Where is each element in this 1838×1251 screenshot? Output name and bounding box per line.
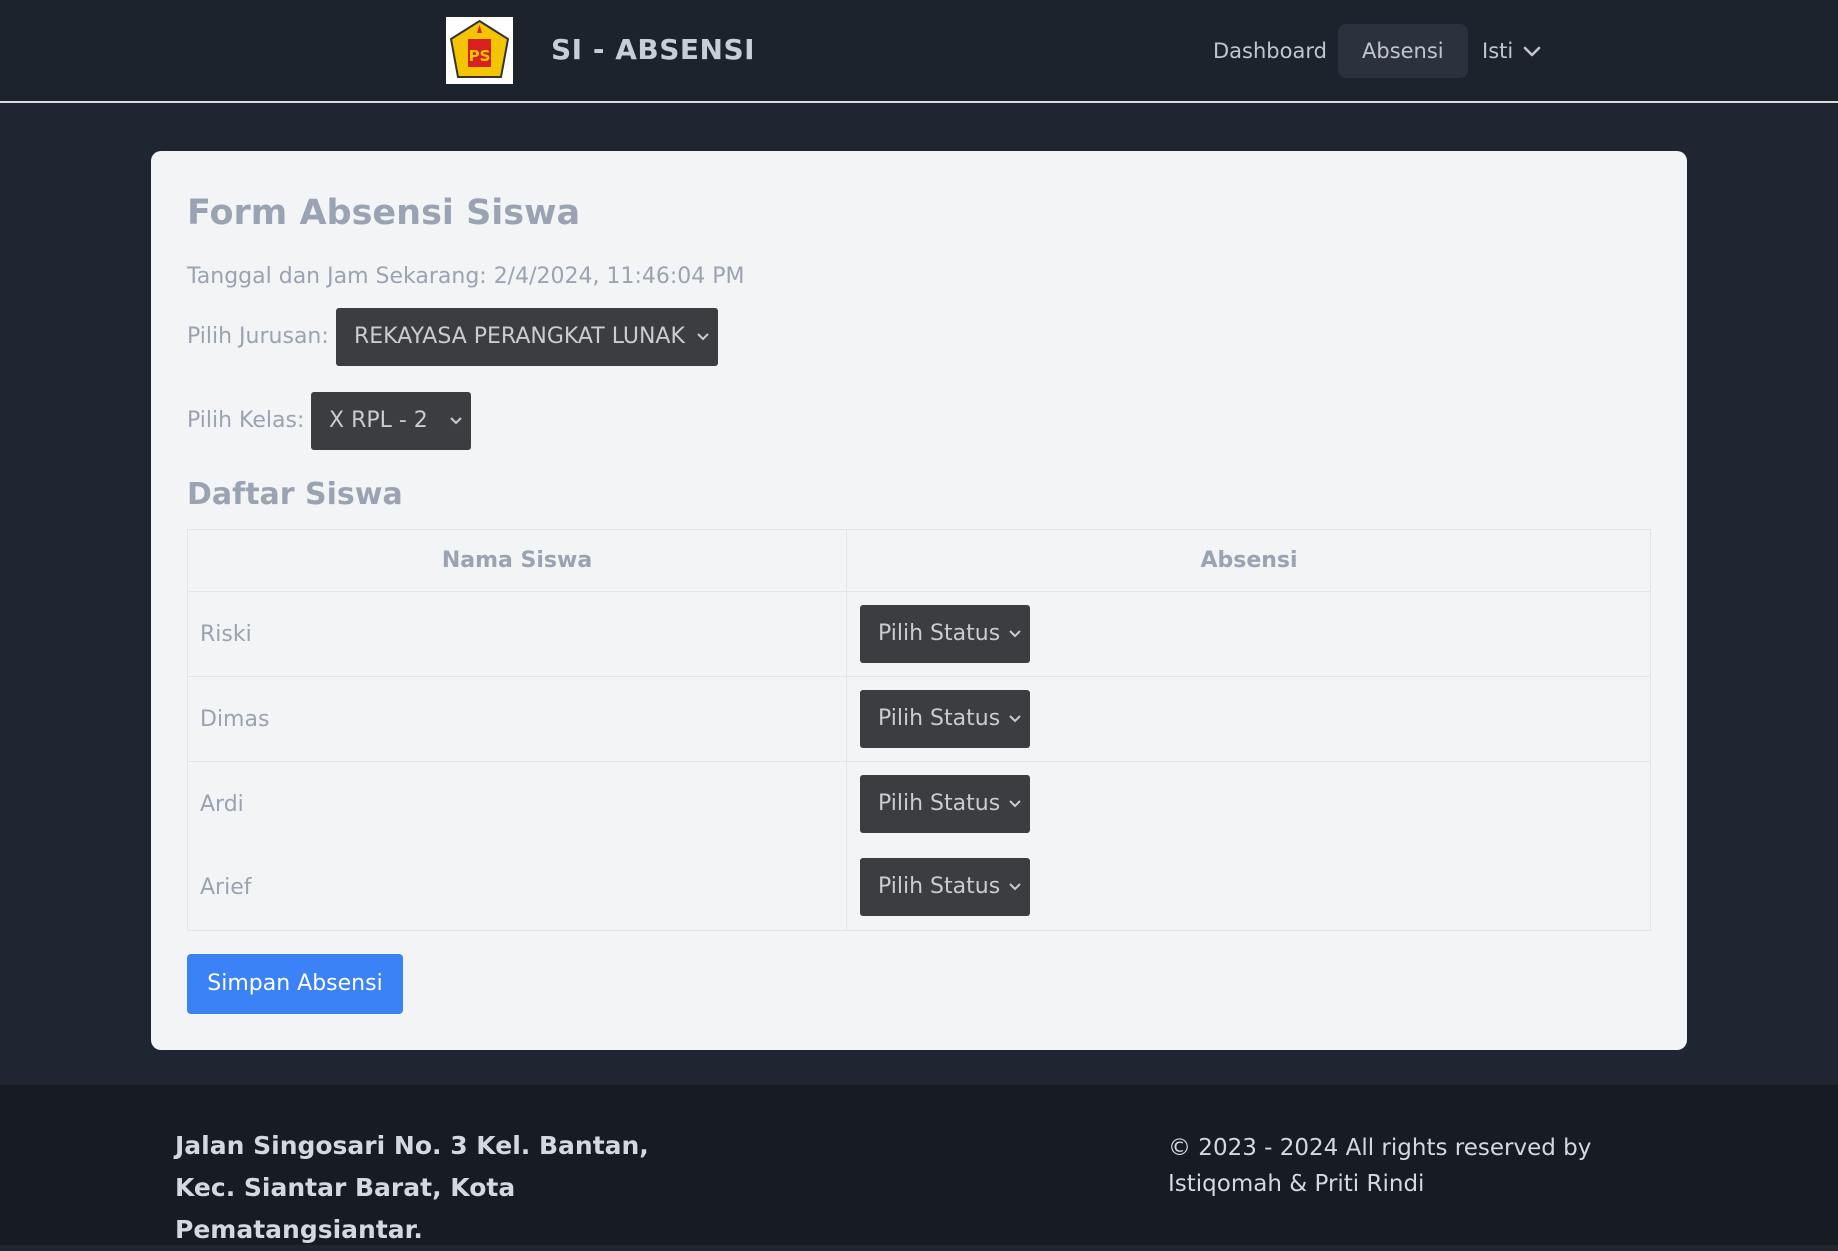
status-select-value: Pilih Status: [878, 791, 1001, 816]
school-logo[interactable]: PS: [446, 17, 513, 84]
attendance-form-card: Form Absensi Siswa Tanggal dan Jam Sekar…: [151, 151, 1687, 1050]
student-table: Nama Siswa Absensi Riski Pilih Status Di…: [187, 529, 1651, 931]
student-list-title: Daftar Siswa: [187, 477, 403, 512]
chevron-down-icon: [1008, 775, 1022, 833]
nav-dashboard[interactable]: Dashboard: [1189, 24, 1351, 78]
chevron-down-icon: [696, 308, 710, 366]
chevron-down-icon: [1008, 605, 1022, 663]
page-title: Form Absensi Siswa: [187, 193, 581, 233]
student-name: Ardi: [200, 792, 244, 817]
user-menu[interactable]: Isti: [1458, 24, 1565, 78]
status-select-value: Pilih Status: [878, 706, 1001, 731]
status-select[interactable]: Pilih Status: [860, 858, 1030, 916]
chevron-down-icon: [1523, 46, 1541, 58]
table-row: Dimas Pilih Status: [188, 676, 1650, 761]
status-select[interactable]: Pilih Status: [860, 775, 1030, 833]
user-name: Isti: [1482, 39, 1514, 63]
header-nama-siswa: Nama Siswa: [441, 548, 593, 573]
kelas-label: Pilih Kelas:: [187, 408, 305, 433]
status-select-value: Pilih Status: [878, 621, 1001, 646]
student-name: Riski: [200, 622, 252, 647]
chevron-down-icon: [449, 392, 463, 450]
table-row: Arief Pilih Status: [188, 845, 1650, 930]
table-row: Ardi Pilih Status: [188, 761, 1650, 846]
footer: Jalan Singosari No. 3 Kel. Bantan, Kec. …: [0, 1085, 1838, 1245]
logo-text: PS: [469, 47, 491, 65]
student-name: Arief: [200, 875, 252, 900]
student-name: Dimas: [200, 707, 270, 732]
navbar: PS SI - ABSENSI Dashboard Absensi Isti: [0, 0, 1838, 103]
save-attendance-button[interactable]: Simpan Absensi: [187, 954, 403, 1014]
footer-copyright: © 2023 - 2024 All rights reserved by Ist…: [1168, 1135, 1592, 1197]
kelas-select-value: X RPL - 2: [329, 408, 428, 433]
chevron-down-icon: [1008, 858, 1022, 916]
footer-address: Jalan Singosari No. 3 Kel. Bantan, Kec. …: [175, 1131, 649, 1244]
status-select[interactable]: Pilih Status: [860, 690, 1030, 748]
jurusan-select-value: REKAYASA PERANGKAT LUNAK: [354, 324, 685, 349]
kelas-select[interactable]: X RPL - 2: [311, 392, 471, 450]
nav-absensi[interactable]: Absensi: [1338, 24, 1468, 78]
jurusan-label: Pilih Jurusan:: [187, 324, 329, 349]
jurusan-select[interactable]: REKAYASA PERANGKAT LUNAK: [336, 308, 718, 366]
status-select-value: Pilih Status: [878, 874, 1001, 899]
app-title: SI - ABSENSI: [551, 33, 756, 66]
current-datetime: Tanggal dan Jam Sekarang: 2/4/2024, 11:4…: [187, 264, 745, 289]
chevron-down-icon: [1008, 690, 1022, 748]
header-absensi: Absensi: [1200, 548, 1298, 573]
table-row: Riski Pilih Status: [188, 591, 1650, 676]
status-select[interactable]: Pilih Status: [860, 605, 1030, 663]
